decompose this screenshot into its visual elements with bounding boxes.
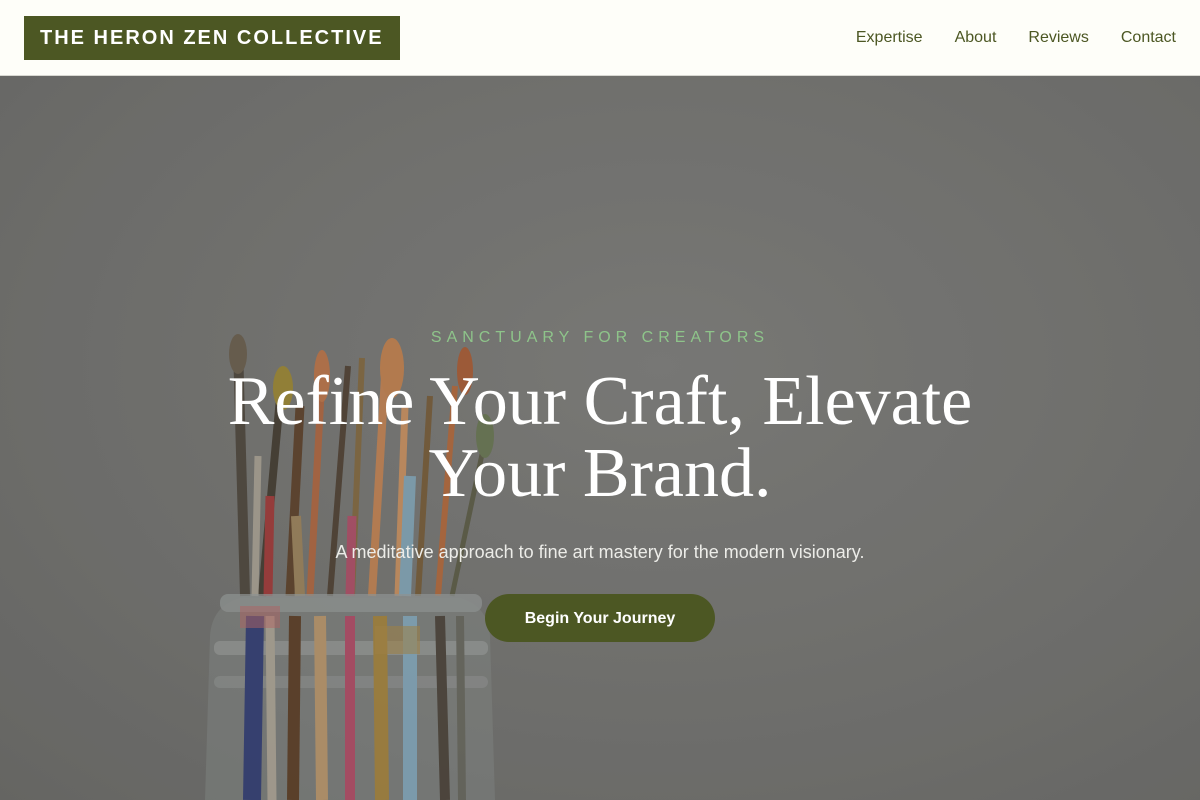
hero-eyebrow: SANCTUARY FOR CREATORS <box>430 329 770 346</box>
nav-link-about[interactable]: About <box>955 29 997 47</box>
nav-link-expertise[interactable]: Expertise <box>856 29 923 47</box>
begin-journey-button[interactable]: Begin Your Journey <box>485 594 715 642</box>
page: THE HERON ZEN COLLECTIVE Expertise About… <box>0 0 1200 800</box>
nav-link-contact[interactable]: Contact <box>1121 29 1176 47</box>
hero-subheadline: A meditative approach to fine art master… <box>335 542 865 562</box>
nav-link-reviews[interactable]: Reviews <box>1028 29 1088 47</box>
main-nav: Expertise About Reviews Contact <box>856 0 1176 76</box>
site-header: THE HERON ZEN COLLECTIVE Expertise About… <box>0 0 1200 76</box>
hero-content: SANCTUARY FOR CREATORS Refine Your Craft… <box>0 326 1200 642</box>
hero-headline: Refine Your Craft, Elevate Your Brand. <box>227 363 973 512</box>
hero-section: SANCTUARY FOR CREATORS Refine Your Craft… <box>0 76 1200 800</box>
site-logo[interactable]: THE HERON ZEN COLLECTIVE <box>24 16 400 60</box>
